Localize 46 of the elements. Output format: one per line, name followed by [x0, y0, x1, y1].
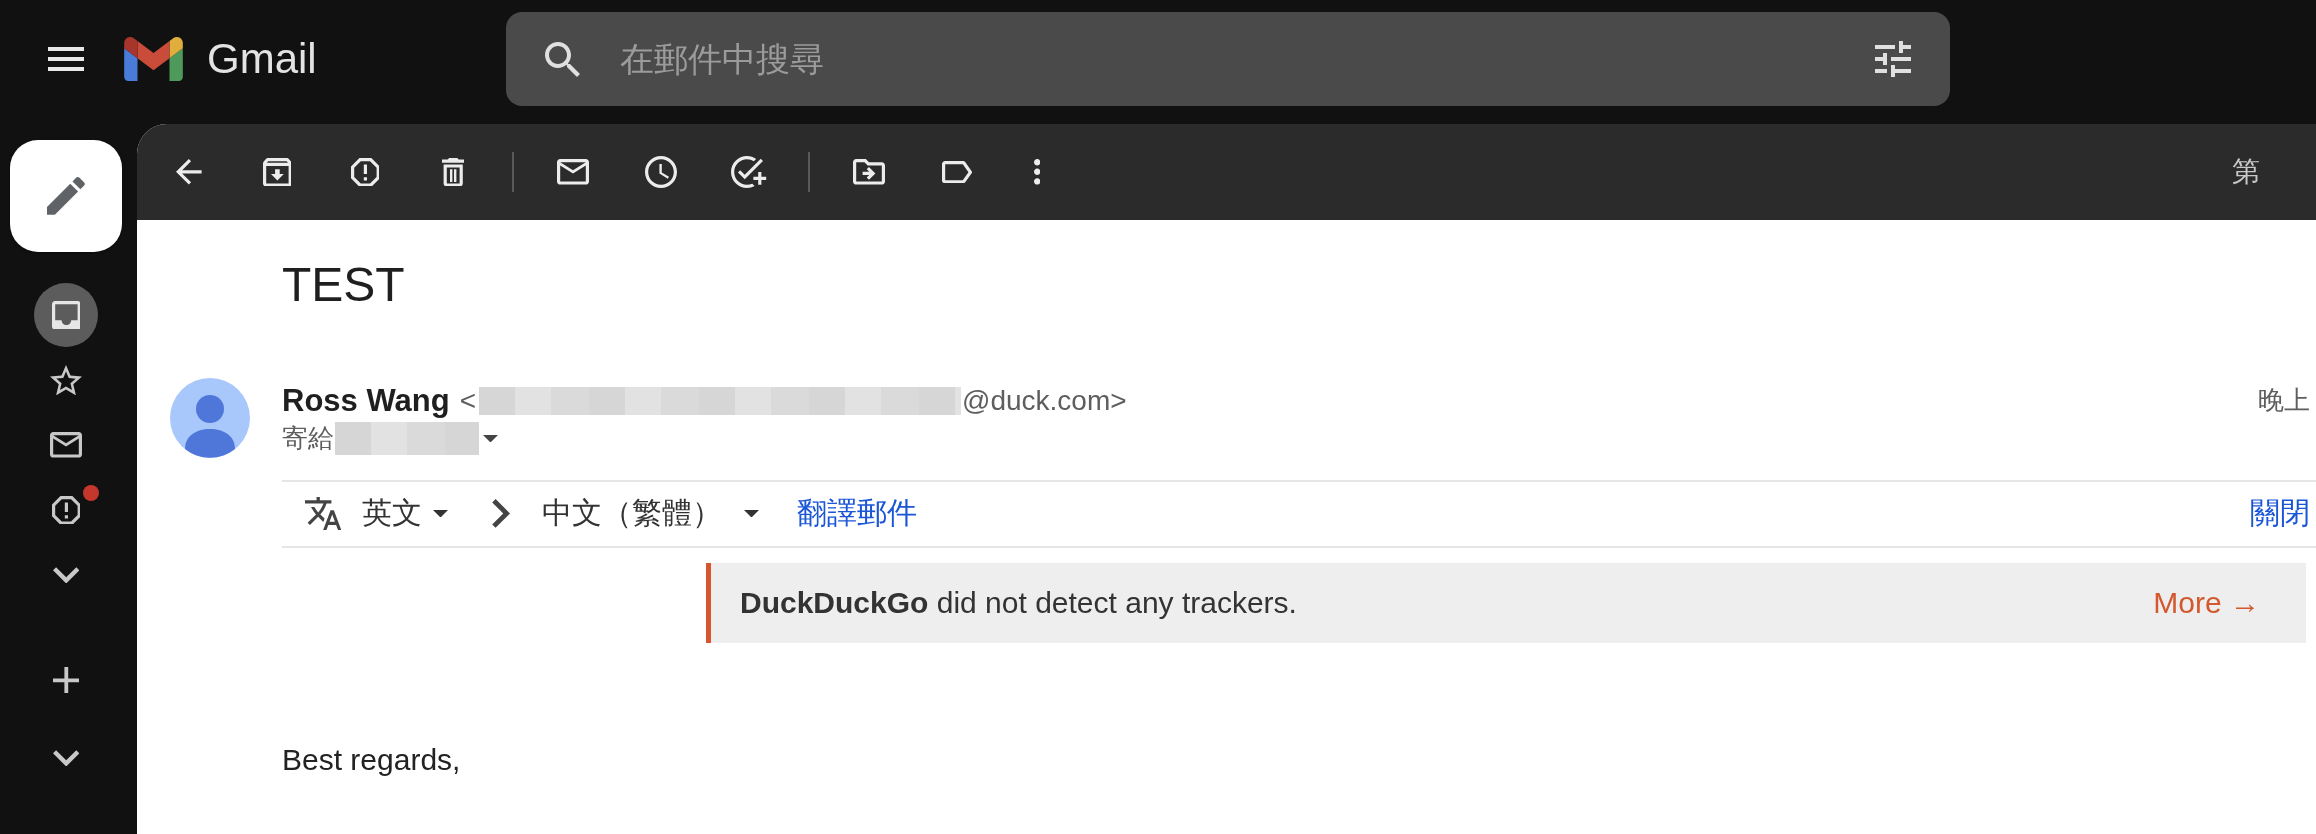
chevron-right-icon [492, 499, 511, 528]
archive-box-icon [262, 157, 292, 187]
app-name: Gmail [207, 38, 317, 80]
email-bracket: < [459, 384, 476, 417]
target-language-dropdown[interactable]: 中文（繁體） [542, 493, 760, 535]
sender-email: @duck.com> [962, 384, 1127, 417]
envelope-icon [50, 432, 82, 458]
exclamation-octagon-icon [51, 495, 81, 525]
search-field[interactable]: 在郵件中搜尋 [506, 12, 1950, 106]
translate-icon [305, 497, 342, 531]
caret-icon [433, 509, 449, 518]
tag-icon [941, 160, 973, 184]
search-input[interactable]: 在郵件中搜尋 [620, 39, 1520, 79]
exclamation-octagon-icon [350, 157, 380, 187]
clock-icon [645, 156, 677, 188]
page-counter: 第 [2232, 155, 2260, 189]
trash-icon [441, 157, 465, 187]
email-subject: TEST [282, 257, 405, 313]
body-text: Best regards, [282, 741, 461, 778]
caret-icon [483, 434, 498, 443]
tracker-message: DuckDuckGo did not detect any trackers. [740, 585, 1297, 620]
pencil-icon [47, 177, 85, 215]
close-translation-link[interactable]: 關閉 [2250, 493, 2310, 535]
folder-arrow-icon [853, 159, 885, 185]
compose-button[interactable] [10, 140, 122, 252]
search-icon [545, 41, 580, 77]
arrow-left-icon [176, 159, 202, 185]
avatar-icon [170, 377, 250, 458]
recipient-label: 寄給 [282, 422, 334, 456]
three-dots-icon [1033, 159, 1041, 185]
menu-icon [48, 47, 84, 71]
check-circle-plus-icon [731, 156, 767, 188]
message-time: 晚上 [2258, 384, 2310, 418]
source-language-dropdown[interactable]: 英文 [362, 493, 449, 535]
m-logo-icon [124, 37, 183, 81]
translate-link[interactable]: 翻譯郵件 [797, 493, 918, 535]
star-icon [50, 364, 82, 396]
envelope-icon [557, 159, 589, 185]
caret-icon [744, 509, 760, 518]
inbox-tray-icon [51, 300, 81, 330]
more-link[interactable]: More → [2153, 585, 2260, 620]
chevron-down-icon [52, 749, 80, 767]
sliders-icon [1875, 41, 1911, 77]
sender-name: Ross Wang [282, 382, 450, 419]
plus-icon [52, 666, 80, 694]
chevron-down-icon [52, 566, 80, 584]
